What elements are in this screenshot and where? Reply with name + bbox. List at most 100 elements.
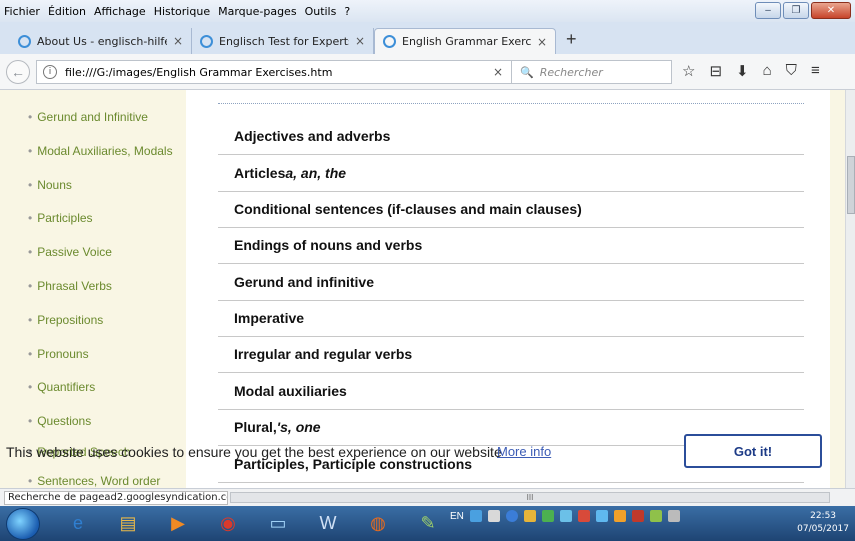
status-bar: Recherche de pagead2.googlesyndication.c… [0, 488, 855, 506]
close-window-button[interactable]: ✕ [811, 2, 851, 19]
sidebar-item-passive-voice[interactable]: • Passive Voice [28, 245, 112, 259]
media-player-icon[interactable]: ▶ [158, 509, 198, 539]
close-tab-icon[interactable]: × [355, 34, 365, 48]
word-icon[interactable]: W [308, 509, 348, 539]
globe-icon [200, 34, 213, 48]
globe-icon [18, 34, 31, 48]
download-icon[interactable]: ⬇ [736, 62, 749, 80]
cookie-banner: This website uses cookies to ensure you … [0, 434, 845, 474]
topic-adjectives[interactable]: Adjectives and adverbs [218, 118, 804, 155]
home-icon[interactable]: ⌂ [763, 62, 772, 80]
maximize-button[interactable]: ❐ [783, 2, 809, 19]
clock-date: 07/05/2017 [797, 524, 849, 534]
tray-sync-icon[interactable] [559, 510, 572, 522]
sidebar-item-quantifiers[interactable]: • Quantifiers [28, 380, 95, 394]
status-text: Recherche de pagead2.googlesyndication.c… [4, 491, 228, 505]
start-button[interactable] [6, 507, 40, 540]
taskbar-clock[interactable]: 22:53 07/05/2017 [797, 510, 849, 536]
firefox-icon[interactable]: ◍ [358, 509, 398, 539]
sidebar-item-phrasal-verbs[interactable]: • Phrasal Verbs [28, 279, 112, 293]
pocket-icon[interactable]: ⛉ [786, 62, 797, 80]
ie-icon[interactable]: e [58, 509, 98, 539]
sidebar-item-nouns[interactable]: • Nouns [28, 178, 72, 192]
right-margin [830, 90, 845, 488]
tray-network-icon[interactable] [469, 510, 482, 522]
tray-antivirus-icon[interactable] [577, 510, 590, 522]
tray-signal-icon[interactable] [649, 510, 662, 522]
tab-english-grammar[interactable]: English Grammar Exercises × [374, 28, 556, 54]
chrome-icon[interactable]: ◉ [208, 509, 248, 539]
tray-volume-icon[interactable] [667, 510, 680, 522]
dotted-divider [218, 103, 804, 104]
close-tab-icon[interactable]: × [537, 35, 547, 49]
sidebar-item-sentences[interactable]: • Sentences, Word order [28, 474, 160, 488]
display-icon[interactable]: ▭ [258, 509, 298, 539]
reading-list-icon[interactable]: ⊟ [709, 62, 722, 80]
scrollbar-thumb[interactable] [847, 156, 855, 214]
tray-monitor-icon[interactable] [595, 510, 608, 522]
topic-conditional[interactable]: Conditional sentences (if-clauses and ma… [218, 191, 804, 228]
sidebar-item-modals[interactable]: • Modal Auxiliaries, Modals [28, 144, 173, 158]
clock-time: 22:53 [810, 511, 837, 521]
back-button[interactable]: ← [6, 59, 30, 84]
new-tab-button[interactable]: + [566, 29, 577, 50]
tray-update-icon[interactable] [541, 510, 554, 522]
taskbar: e ▤ ▶ ◉ ▭ W ◍ ✎ EN 22:53 07/05/2017 [0, 506, 855, 541]
tab-label: About Us - englisch-hilfen.... [37, 34, 167, 48]
toolbar-icons: ☆ ⊟ ⬇ ⌂ ⛉ ≡ [682, 62, 820, 80]
sidebar: • Gerund and Infinitive • Modal Auxiliarie… [0, 90, 186, 488]
hamburger-menu-icon[interactable]: ≡ [811, 62, 820, 80]
tray-flag-icon[interactable] [613, 510, 626, 522]
topic-irregular-verbs[interactable]: Irregular and regular verbs [218, 336, 804, 373]
menu-historique[interactable]: Historique [154, 5, 210, 18]
clear-url-icon[interactable]: × [493, 65, 503, 79]
menu-help[interactable]: ? [344, 5, 350, 18]
topic-modal-auxiliaries[interactable]: Modal auxiliaries [218, 373, 804, 410]
url-text: file:///G:/images/English Grammar Exerci… [65, 65, 333, 79]
topic-endings[interactable]: Endings of nouns and verbs [218, 227, 804, 264]
minimize-button[interactable]: – [755, 2, 781, 19]
tab-label: English Grammar Exercises [402, 35, 531, 48]
topic-imperative[interactable]: Imperative [218, 300, 804, 337]
sidebar-item-gerund[interactable]: • Gerund and Infinitive [28, 110, 148, 124]
tray-keyboard-icon[interactable] [487, 510, 500, 522]
file-explorer-icon[interactable]: ▤ [108, 509, 148, 539]
info-icon[interactable]: i [43, 65, 57, 79]
menu-outils[interactable]: Outils [305, 5, 337, 18]
tab-about-us[interactable]: About Us - englisch-hilfen.... × [10, 28, 192, 54]
got-it-button[interactable]: Got it! [684, 434, 822, 468]
tray-help-icon[interactable] [505, 510, 518, 522]
menu-edition[interactable]: Édition [48, 5, 86, 18]
close-tab-icon[interactable]: × [173, 34, 183, 48]
search-input[interactable]: 🔍 Rechercher [512, 60, 672, 84]
tab-englisch-test[interactable]: Englisch Test for Experts wi... × [192, 28, 374, 54]
menu-bar: Fichier Édition Affichage Historique Mar… [0, 0, 855, 22]
window-controls: – ❐ ✕ [755, 2, 851, 19]
url-bar[interactable]: i file:///G:/images/English Grammar Exer… [36, 60, 512, 84]
sidebar-item-participles[interactable]: • Participles [28, 211, 93, 225]
more-info-link[interactable]: More info [497, 444, 551, 459]
page-content: • Gerund and Infinitive • Modal Auxiliarie… [0, 90, 845, 488]
sidebar-item-pronouns[interactable]: • Pronouns [28, 347, 89, 361]
tray-alert-icon[interactable] [631, 510, 644, 522]
topic-gerund[interactable]: Gerund and infinitive [218, 264, 804, 301]
menu-fichier[interactable]: Fichier [4, 5, 40, 18]
language-indicator[interactable]: EN [450, 511, 464, 522]
sidebar-item-prepositions[interactable]: • Prepositions [28, 313, 103, 327]
horizontal-scrollbar[interactable]: III [230, 492, 830, 503]
cookie-message: This website uses cookies to ensure you … [6, 444, 502, 460]
search-icon: 🔍 [520, 65, 534, 79]
tab-label: Englisch Test for Experts wi... [219, 34, 349, 48]
system-tray: EN [450, 510, 680, 522]
tray-shield-icon[interactable] [523, 510, 536, 522]
menu-affichage[interactable]: Affichage [94, 5, 146, 18]
topic-articles[interactable]: Articles a, an, the [218, 155, 804, 192]
bookmark-star-icon[interactable]: ☆ [682, 62, 695, 80]
vertical-scrollbar[interactable] [845, 90, 855, 488]
menu-marque-pages[interactable]: Marque-pages [218, 5, 296, 18]
globe-icon [383, 35, 396, 48]
search-placeholder: Rechercher [539, 65, 603, 79]
navigation-bar: ← i file:///G:/images/English Grammar Ex… [0, 54, 855, 90]
sidebar-item-questions[interactable]: • Questions [28, 414, 91, 428]
paint-icon[interactable]: ✎ [408, 509, 448, 539]
